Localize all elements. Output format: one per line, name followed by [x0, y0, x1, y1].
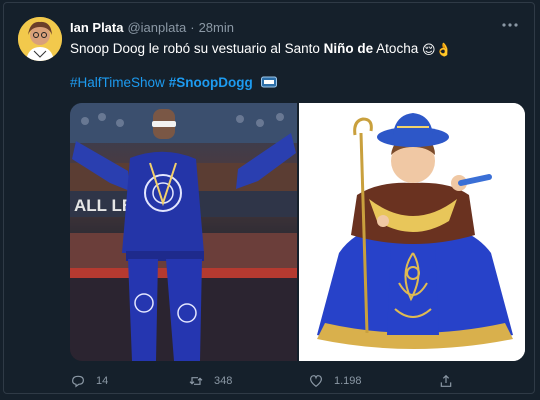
media-grid[interactable]: ALL LEAGUE: [70, 103, 525, 361]
header-separator: ·: [190, 19, 195, 35]
photo-snoop-dogg[interactable]: ALL LEAGUE: [70, 103, 297, 361]
author-handle[interactable]: @ianplata: [127, 20, 186, 35]
like-icon: [310, 375, 322, 388]
tweet-text: Snoop Doog le robó su vestuario al Santo…: [70, 39, 510, 60]
relieved-face-emoji: 😌: [421, 42, 436, 57]
more-horizontal-icon[interactable]: [500, 17, 520, 33]
action-bar: 14 348 1.198: [70, 371, 460, 391]
tweet-text-end: Atocha: [373, 41, 419, 56]
tweet-time[interactable]: 28min: [199, 20, 234, 35]
like-button[interactable]: 1.198: [308, 373, 362, 389]
avatar-image: [18, 17, 62, 61]
hashtag-halftimeshow[interactable]: #HalfTimeShow: [70, 75, 165, 90]
photo-snoop-dogg-image: ALL LEAGUE: [70, 103, 297, 361]
like-count: 1.198: [334, 375, 362, 387]
share-icon: [440, 374, 452, 387]
avatar[interactable]: [18, 17, 62, 61]
retweet-button[interactable]: 348: [188, 373, 232, 389]
tweet-card[interactable]: Ian Plata @ianplata · 28min Snoop Doog l…: [3, 2, 535, 394]
tweet-text-start: Snoop Doog le robó su vestuario al Santo: [70, 41, 324, 56]
photo-santo-nino[interactable]: [298, 103, 525, 361]
reply-icon: [72, 375, 84, 388]
ok-hand-emoji: 👌: [435, 42, 452, 57]
photo-santo-nino-image: [298, 103, 525, 361]
hashflag-icon: [260, 76, 277, 88]
reply-count: 14: [96, 375, 109, 387]
retweet-count: 348: [214, 375, 233, 387]
retweet-icon: [189, 377, 203, 385]
reply-button[interactable]: 14: [70, 373, 108, 389]
tweet-header: Ian Plata @ianplata · 28min: [70, 17, 234, 37]
hashtag-snoopdogg[interactable]: #SnoopDogg: [169, 75, 253, 90]
author-name[interactable]: Ian Plata: [70, 20, 123, 35]
hashtag-row: #HalfTimeShow #SnoopDogg: [70, 73, 277, 93]
tweet-text-bold: Niño de: [323, 41, 374, 56]
share-button[interactable]: [438, 373, 454, 389]
